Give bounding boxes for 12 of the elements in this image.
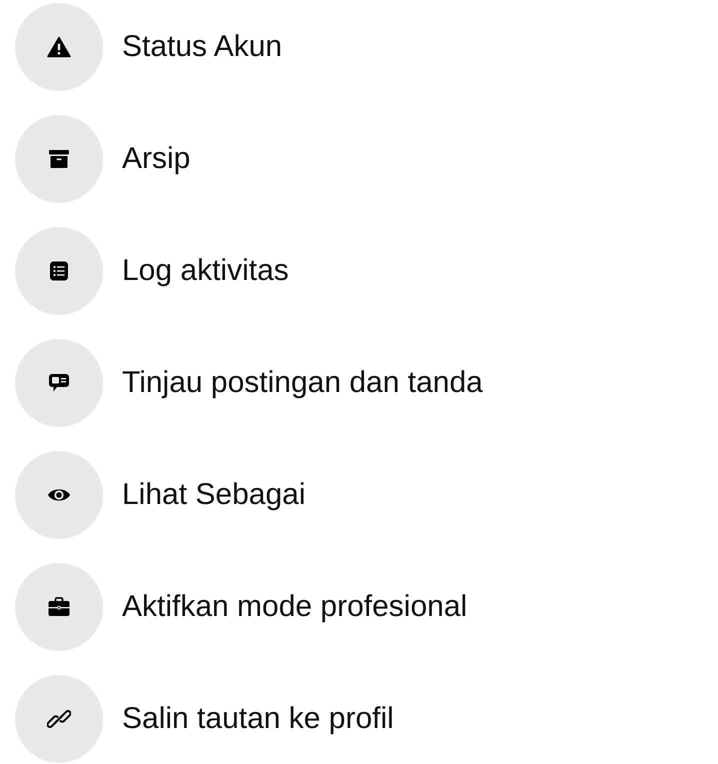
briefcase-icon bbox=[47, 595, 71, 619]
archive-box-icon bbox=[47, 147, 71, 171]
menu-item-label[interactable]: Tinjau postingan dan tanda bbox=[122, 366, 483, 400]
menu-item-label[interactable]: Salin tautan ke profil bbox=[122, 702, 394, 736]
link-icon bbox=[47, 707, 71, 731]
menu-item-label[interactable]: Arsip bbox=[122, 142, 190, 176]
list-icon bbox=[47, 259, 71, 283]
menu-item-label[interactable]: Aktifkan mode profesional bbox=[122, 590, 468, 624]
warning-icon bbox=[47, 35, 71, 59]
menu-item-label[interactable]: Status Akun bbox=[122, 30, 282, 64]
menu-item-label[interactable]: Lihat Sebagai bbox=[122, 478, 306, 512]
menu-item-label[interactable]: Log aktivitas bbox=[122, 254, 289, 288]
